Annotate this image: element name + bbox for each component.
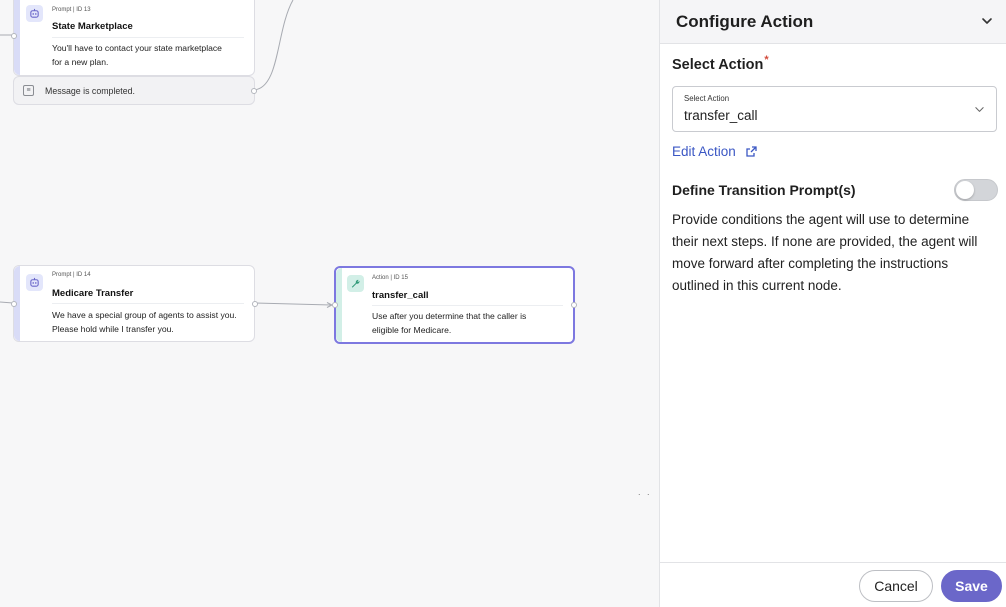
message-text: Message is completed. <box>45 86 135 96</box>
node-text: Use after you determine that the caller … <box>372 309 563 337</box>
node-title: State Marketplace <box>52 21 133 32</box>
cancel-button[interactable]: Cancel <box>859 570 933 602</box>
select-action-heading: Select Action* <box>672 54 769 73</box>
flow-canvas[interactable]: Prompt | ID 13 State Marketplace You'll … <box>0 0 659 607</box>
input-port[interactable] <box>332 302 338 308</box>
edge-14-to-15 <box>254 302 332 306</box>
node-text: We have a special group of agents to ass… <box>52 308 244 336</box>
select-action-label: Select Action <box>672 57 764 73</box>
robot-icon <box>26 5 43 22</box>
panel-header[interactable]: Configure Action <box>660 0 1006 44</box>
node-text-line: Please hold while I transfer you. <box>52 324 174 334</box>
action-node-15[interactable]: Action | ID 15 transfer_call Use after y… <box>332 266 577 344</box>
wrench-icon <box>347 275 364 292</box>
prompt-node-14[interactable]: Prompt | ID 14 Medicare Transfer We have… <box>11 265 258 342</box>
node-divider <box>52 37 244 38</box>
node-text-line: for a new plan. <box>52 57 109 67</box>
edit-action-label: Edit Action <box>672 144 736 159</box>
message-completed-bar[interactable]: ≡ Message is completed. <box>13 76 257 105</box>
chevron-down-icon[interactable] <box>980 14 994 28</box>
transition-label: Define Transition Prompt(s) <box>672 182 856 198</box>
select-field-value: transfer_call <box>684 108 758 123</box>
footer-divider <box>660 562 1006 563</box>
node-divider <box>372 305 563 306</box>
node-title: Medicare Transfer <box>52 288 134 299</box>
robot-icon <box>26 274 43 291</box>
panel-title: Configure Action <box>676 12 814 31</box>
input-port[interactable] <box>11 33 17 39</box>
node-text-line: You'll have to contact your state market… <box>52 43 222 53</box>
node-text-line: eligible for Medicare. <box>372 325 452 335</box>
external-link-icon <box>746 146 757 157</box>
message-icon: ≡ <box>23 85 34 96</box>
output-port[interactable] <box>252 301 258 307</box>
select-action-dropdown[interactable]: Select Action transfer_call <box>672 86 997 132</box>
node-text-line: We have a special group of agents to ass… <box>52 310 237 320</box>
node-meta: Prompt | ID 14 <box>52 272 91 278</box>
input-port[interactable] <box>11 301 17 307</box>
save-button[interactable]: Save <box>941 570 1002 602</box>
node-divider <box>52 303 244 304</box>
node-meta: Action | ID 15 <box>372 275 408 281</box>
transition-toggle[interactable] <box>954 179 998 201</box>
canvas-dots: . . <box>638 487 652 497</box>
edge-13-upward <box>253 0 294 91</box>
configure-action-panel: Configure Action Select Action* Select A… <box>659 0 1006 607</box>
required-asterisk: * <box>764 54 769 66</box>
node-text: You'll have to contact your state market… <box>52 41 244 69</box>
prompt-node-13[interactable]: Prompt | ID 13 State Marketplace You'll … <box>11 0 255 76</box>
toggle-knob <box>956 181 974 199</box>
output-port[interactable] <box>251 88 257 94</box>
select-field-label: Select Action <box>684 94 730 103</box>
node-meta: Prompt | ID 13 <box>52 7 91 13</box>
node-text-line: Use after you determine that the caller … <box>372 311 527 321</box>
edit-action-link[interactable]: Edit Action <box>672 144 758 159</box>
chevron-down-icon <box>975 107 984 112</box>
node-title: transfer_call <box>372 290 429 301</box>
transition-description: Provide conditions the agent will use to… <box>672 212 978 293</box>
output-port[interactable] <box>571 302 577 308</box>
